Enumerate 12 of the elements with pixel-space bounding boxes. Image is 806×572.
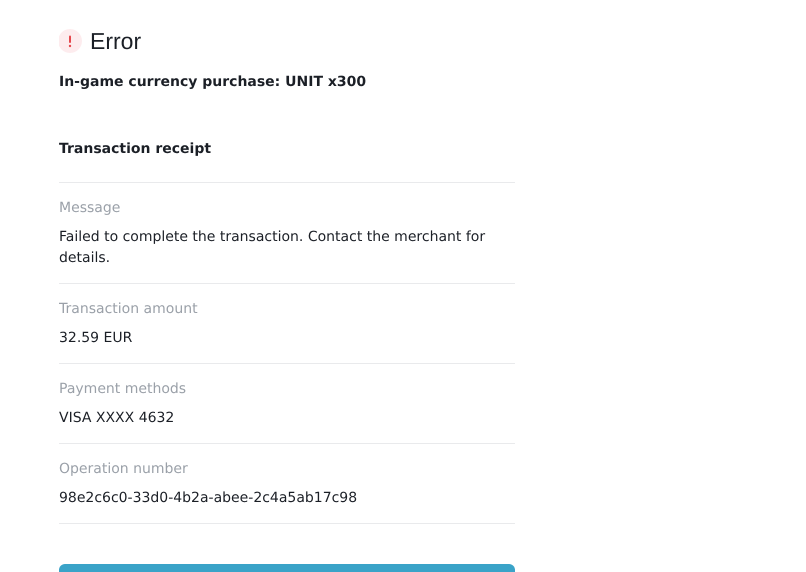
field-label: Payment methods	[59, 380, 188, 399]
field-value: 32.59 EUR	[59, 329, 134, 348]
field-label: Transaction amount	[59, 300, 199, 319]
field-value: Failed to complete the transaction. Contact the merchant for details.	[59, 228, 486, 268]
error-title: Error	[90, 27, 142, 55]
receipt-heading: Transaction receipt	[59, 140, 212, 159]
error-icon	[59, 29, 82, 53]
field-label: Message	[59, 199, 122, 218]
field-value: 98e2c6c0-33d0-4b2a-abee-2c4a5ab17c98	[59, 489, 358, 508]
field-label: Operation number	[59, 460, 189, 479]
field-value: VISA XXXX 4632	[59, 409, 176, 428]
purchase-description: In-game currency purchase: UNIT x300	[59, 73, 368, 92]
